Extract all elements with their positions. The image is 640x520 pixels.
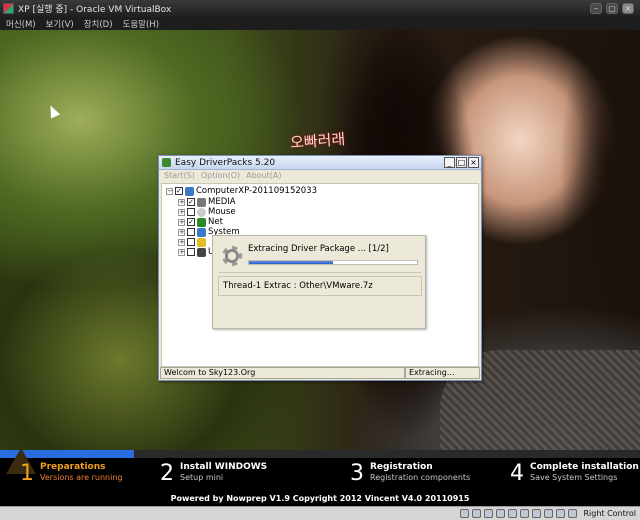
host-title-bar: XP [실행 중] - Oracle VM VirtualBox – ▢ × — [0, 0, 640, 17]
display-icon[interactable] — [532, 509, 542, 518]
tree-item-5[interactable]: + — [178, 237, 208, 247]
tree-item-checkbox[interactable] — [187, 208, 195, 216]
step-number: 2 — [160, 461, 174, 486]
tree-root-label: ComputerXP-201109152033 — [196, 186, 317, 196]
wallpaper-hair-right — [560, 30, 640, 330]
step-number: 4 — [510, 461, 524, 486]
step-subtitle: Registration components — [370, 473, 471, 482]
tree-item-checkbox[interactable]: ✓ — [187, 218, 195, 226]
edp-logo-icon — [162, 158, 171, 167]
speaker-icon — [197, 197, 206, 207]
virtualbox-icon — [3, 3, 14, 14]
host-window-controls: – ▢ × — [590, 3, 634, 14]
extract-message: Extracing Driver Package ... [1/2] — [248, 244, 389, 254]
extract-progress-fill — [249, 261, 333, 264]
edp-maximize-button[interactable]: □ — [456, 157, 467, 168]
step-title: Registration — [370, 462, 433, 472]
capture-icon[interactable] — [544, 509, 554, 518]
edp-status-bar: Welcom to Sky123.Org Extracing... — [160, 367, 480, 379]
usb-icon — [197, 247, 206, 257]
status-state: Extracing... — [405, 367, 480, 379]
tree-item-checkbox[interactable]: ✓ — [187, 198, 195, 206]
step-preparations: 1 Preparations Versions are running — [20, 462, 122, 486]
setup-progress-bar — [0, 450, 640, 458]
menu-machine[interactable]: 머신(M) — [6, 18, 36, 30]
step-registration: 3 Registration Registration components — [350, 462, 470, 486]
setup-steps-bar: 1 Preparations Versions are running 2 In… — [0, 448, 640, 506]
step-title: Complete installation — [530, 462, 639, 472]
expand-icon[interactable]: + — [178, 208, 185, 216]
extract-progress-dialog: Extracing Driver Package ... [1/2] Threa… — [212, 235, 426, 329]
keyboard-icon[interactable] — [568, 509, 578, 518]
maximize-button[interactable]: ▢ — [606, 3, 618, 14]
tree-item-checkbox[interactable] — [187, 248, 195, 256]
tree-root-checkbox[interactable]: ✓ — [175, 187, 183, 195]
step-subtitle: Save System Settings — [530, 473, 618, 482]
edp-menu-about[interactable]: About(A) — [246, 171, 281, 180]
step-title: Preparations — [40, 462, 106, 472]
optical-drive-icon[interactable] — [472, 509, 482, 518]
tree-root[interactable]: − ✓ ComputerXP-201109152033 — [166, 186, 317, 196]
mouse-icon — [197, 207, 206, 217]
close-button[interactable]: × — [622, 3, 634, 14]
step-install-windows: 2 Install WINDOWS Setup mini — [160, 462, 267, 486]
extract-file-label: Thread-1 Extrac : Other\VMware.7z — [218, 276, 422, 296]
tree-item-label: Net — [208, 217, 223, 227]
tree-item-media[interactable]: + ✓ MEDIA — [178, 197, 236, 207]
step-subtitle: Setup mini — [180, 473, 224, 482]
tree-item-label: Mouse — [208, 207, 236, 217]
expand-icon[interactable]: + — [178, 198, 185, 206]
tree-item-label: MEDIA — [208, 197, 236, 207]
menu-help[interactable]: 도움말(H) — [123, 18, 159, 30]
guest-screen[interactable]: 오빠러래 Easy DriverPacks 5.20 _ □ × Start(S… — [0, 30, 640, 506]
usb-device-icon[interactable] — [508, 509, 518, 518]
tree-item-checkbox[interactable] — [187, 228, 195, 236]
floppy-icon[interactable] — [484, 509, 494, 518]
edp-minimize-button[interactable]: _ — [444, 157, 455, 168]
tree-item-net[interactable]: + ✓ Net — [178, 217, 223, 227]
edp-title-bar[interactable]: Easy DriverPacks 5.20 _ □ × — [159, 156, 481, 170]
expand-icon[interactable]: + — [178, 218, 185, 226]
expand-icon[interactable]: + — [178, 248, 185, 256]
host-key-label: Right Control — [583, 509, 636, 518]
step-title: Install WINDOWS — [180, 462, 268, 472]
edp-menu-bar: Start(S) Option(O) About(A) — [159, 170, 481, 181]
edp-menu-option[interactable]: Option(O) — [201, 171, 240, 180]
gear-icon — [222, 246, 242, 266]
host-window-title: XP [실행 중] - Oracle VM VirtualBox — [18, 5, 172, 15]
wallpaper-text: 오빠러래 — [289, 130, 346, 152]
status-welcome: Welcom to Sky123.Org — [160, 367, 405, 379]
shared-folder-icon[interactable] — [520, 509, 530, 518]
step-complete-installation: 4 Complete installation Save System Sett… — [510, 462, 639, 486]
step-number: 1 — [20, 461, 34, 486]
computer-icon — [197, 227, 206, 237]
key-icon — [197, 237, 206, 247]
computer-icon — [185, 186, 194, 196]
step-subtitle: Versions are running — [40, 473, 123, 482]
expand-icon[interactable]: + — [178, 228, 185, 236]
network-adapter-icon[interactable] — [496, 509, 506, 518]
tree-item-usb[interactable]: + U — [178, 247, 214, 257]
edp-menu-start[interactable]: Start(S) — [164, 171, 195, 180]
host-status-bar: Right Control — [0, 506, 640, 520]
menu-view[interactable]: 보기(V) — [46, 18, 74, 30]
mouse-integration-icon[interactable] — [556, 509, 566, 518]
powered-by-text: Powered by Nowprep V1.9 Copyright 2012 V… — [170, 494, 470, 503]
hard-disk-icon[interactable] — [460, 509, 470, 518]
step-number: 3 — [350, 461, 364, 486]
expand-icon[interactable]: + — [178, 238, 185, 246]
dialog-divider — [219, 272, 421, 273]
tree-item-mouse[interactable]: + Mouse — [178, 207, 236, 217]
menu-devices[interactable]: 장치(D) — [84, 18, 113, 30]
tree-item-checkbox[interactable] — [187, 238, 195, 246]
edp-window-controls: _ □ × — [444, 157, 479, 168]
extract-progress-bar — [248, 260, 418, 265]
minimize-button[interactable]: – — [590, 3, 602, 14]
edp-close-button[interactable]: × — [468, 157, 479, 168]
edp-window-title: Easy DriverPacks 5.20 — [175, 157, 276, 168]
collapse-icon[interactable]: − — [166, 187, 173, 195]
host-menu-bar: 머신(M) 보기(V) 장치(D) 도움말(H) — [0, 17, 640, 30]
network-icon — [197, 217, 206, 227]
mouse-cursor-icon — [45, 103, 61, 119]
